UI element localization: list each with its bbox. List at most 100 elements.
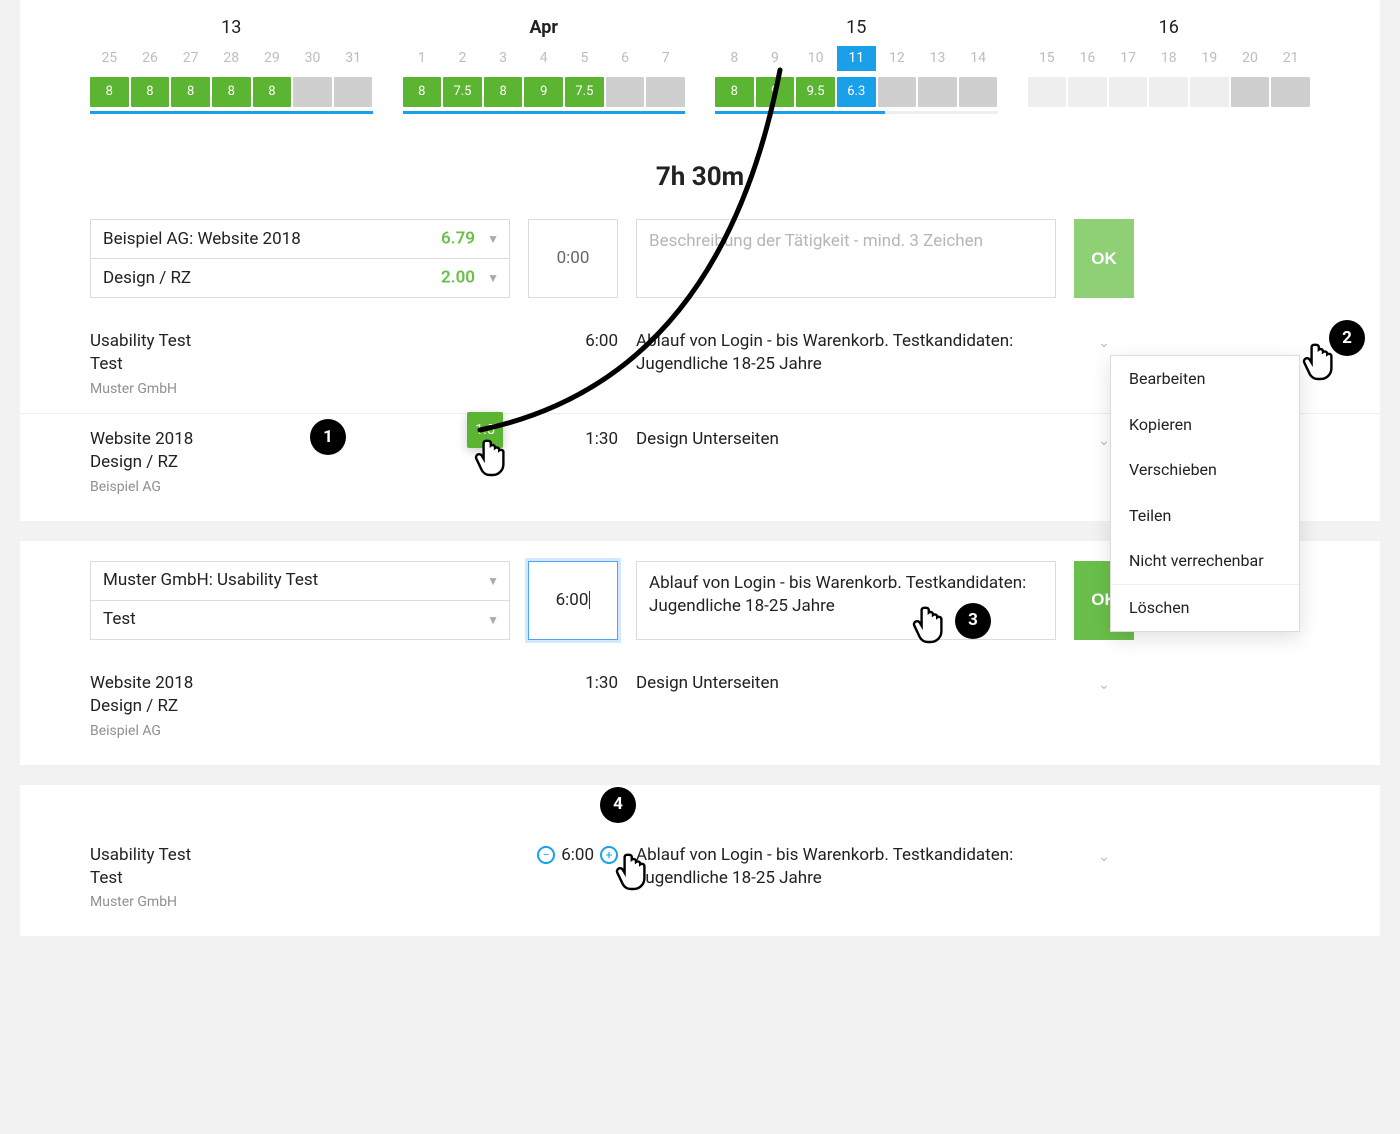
- entry-duration: 1:30: [528, 428, 618, 451]
- calendar-day[interactable]: 19: [1190, 46, 1229, 71]
- project-select[interactable]: Beispiel AG: Website 2018 6.79 ▼: [90, 219, 510, 259]
- plus-icon[interactable]: +: [600, 846, 618, 864]
- entry-menu-toggle[interactable]: ⌄: [1074, 844, 1134, 867]
- calendar-day[interactable]: 7: [646, 46, 685, 71]
- calendar-day[interactable]: 29: [253, 46, 292, 71]
- calendar-hours-cell[interactable]: [293, 77, 332, 107]
- calendar-hours-cell[interactable]: [1271, 77, 1310, 107]
- calendar-day[interactable]: 17: [1109, 46, 1148, 71]
- calendar-hours-cell[interactable]: 8: [715, 77, 754, 107]
- menu-item[interactable]: Kopieren: [1111, 402, 1299, 448]
- calendar-day[interactable]: 1: [403, 46, 442, 71]
- calendar-hours-cell[interactable]: 8: [484, 77, 523, 107]
- chevron-down-icon: ▼: [487, 270, 499, 286]
- description-input[interactable]: Ablauf von Login - bis Warenkorb. Testka…: [636, 561, 1056, 640]
- calendar-bar: 132526272829303188888Apr123456787.5897.5…: [40, 6, 1360, 132]
- menu-item-delete[interactable]: Löschen: [1111, 585, 1299, 631]
- ok-button[interactable]: OK: [1074, 219, 1134, 298]
- entry-client: Muster GmbH: [90, 889, 510, 912]
- activity-select[interactable]: Design / RZ 2.00 ▼: [90, 258, 510, 298]
- time-entry-row: Website 2018Design / RZBeispiel AG1:30De…: [20, 658, 1380, 755]
- calendar-day[interactable]: 21: [1271, 46, 1310, 71]
- calendar-hours-cell[interactable]: 8: [171, 77, 210, 107]
- entry-project: Website 2018: [90, 428, 510, 451]
- calendar-hours-cell[interactable]: [1190, 77, 1229, 107]
- calendar-hours-cell[interactable]: 9: [524, 77, 563, 107]
- calendar-hours-cell[interactable]: 7.5: [565, 77, 604, 107]
- menu-item[interactable]: Verschieben: [1111, 447, 1299, 493]
- calendar-day[interactable]: 4: [524, 46, 563, 71]
- calendar-day[interactable]: 30: [293, 46, 332, 71]
- calendar-day[interactable]: 11: [837, 46, 876, 71]
- calendar-hours-cell[interactable]: 8: [131, 77, 170, 107]
- calendar-day[interactable]: 28: [212, 46, 251, 71]
- calendar-hours-cell[interactable]: 9: [756, 77, 795, 107]
- entry-activity: Test: [90, 353, 510, 376]
- entry-project: Website 2018: [90, 672, 510, 695]
- entry-project: Usability Test: [90, 844, 510, 867]
- calendar-day[interactable]: 20: [1231, 46, 1270, 71]
- calendar-day[interactable]: 15: [1028, 46, 1067, 71]
- entry-client: Beispiel AG: [90, 474, 510, 497]
- calendar-hours-cell[interactable]: 8: [90, 77, 129, 107]
- description-input[interactable]: Beschreibung der Tätigkeit - mind. 3 Zei…: [636, 219, 1056, 298]
- activity-hours-badge: 2.00: [441, 267, 475, 290]
- calendar-day[interactable]: 14: [959, 46, 998, 71]
- activity-select[interactable]: Test ▼: [90, 600, 510, 640]
- calendar-hours-cell[interactable]: 8: [212, 77, 251, 107]
- entry-description: Design Unterseiten: [636, 428, 1056, 451]
- calendar-hours-cell[interactable]: [959, 77, 998, 107]
- chevron-down-icon: ⌄: [1098, 676, 1110, 695]
- project-select[interactable]: Muster GmbH: Usability Test ▼: [90, 561, 510, 601]
- calendar-hours-cell[interactable]: [1068, 77, 1107, 107]
- entry-menu-toggle[interactable]: ⌄: [1074, 330, 1134, 353]
- week-progress-bar: [403, 111, 686, 114]
- calendar-day[interactable]: 25: [90, 46, 129, 71]
- calendar-hours-cell[interactable]: 9.5: [796, 77, 835, 107]
- entry-activity: Test: [90, 867, 510, 890]
- menu-item[interactable]: Nicht verrechenbar: [1111, 538, 1299, 584]
- entry-activity: Design / RZ: [90, 695, 510, 718]
- project-select-label: Beispiel AG: Website 2018: [103, 228, 301, 251]
- calendar-hours-cell[interactable]: 7.5: [443, 77, 482, 107]
- panel-tracking-new: 132526272829303188888Apr123456787.5897.5…: [20, 0, 1380, 521]
- calendar-day[interactable]: 31: [334, 46, 373, 71]
- calendar-day[interactable]: 27: [171, 46, 210, 71]
- calendar-day[interactable]: 5: [565, 46, 604, 71]
- calendar-hours-cell[interactable]: 8: [253, 77, 292, 107]
- calendar-day[interactable]: 16: [1068, 46, 1107, 71]
- entry-description: Ablauf von Login - bis Warenkorb. Testka…: [636, 844, 1056, 890]
- menu-item[interactable]: Bearbeiten: [1111, 356, 1299, 402]
- calendar-day[interactable]: 3: [484, 46, 523, 71]
- calendar-hours-cell[interactable]: [1109, 77, 1148, 107]
- entry-menu-toggle[interactable]: ⌄: [1074, 672, 1134, 695]
- chevron-down-icon: ▼: [487, 612, 499, 628]
- calendar-day[interactable]: 6: [606, 46, 645, 71]
- menu-item[interactable]: Teilen: [1111, 493, 1299, 539]
- calendar-day[interactable]: 18: [1149, 46, 1188, 71]
- calendar-day[interactable]: 26: [131, 46, 170, 71]
- duration-input[interactable]: 6:00: [528, 561, 618, 640]
- calendar-hours-cell[interactable]: [1028, 77, 1067, 107]
- calendar-day[interactable]: 13: [918, 46, 957, 71]
- calendar-hours-cell[interactable]: [646, 77, 685, 107]
- calendar-day[interactable]: 2: [443, 46, 482, 71]
- duration-input[interactable]: 0:00: [528, 219, 618, 298]
- calendar-hours-cell[interactable]: [334, 77, 373, 107]
- calendar-hours-cell[interactable]: 6.3: [837, 77, 876, 107]
- calendar-day[interactable]: 8: [715, 46, 754, 71]
- calendar-hours-cell[interactable]: [1149, 77, 1188, 107]
- calendar-hours-cell[interactable]: [918, 77, 957, 107]
- calendar-hours-cell[interactable]: [606, 77, 645, 107]
- calendar-day[interactable]: 10: [796, 46, 835, 71]
- minus-icon[interactable]: −: [537, 846, 555, 864]
- week-label: 13: [90, 6, 373, 46]
- calendar-hours-cell[interactable]: 8: [403, 77, 442, 107]
- entry-activity: Design / RZ: [90, 451, 510, 474]
- chevron-down-icon: ⌄: [1098, 432, 1110, 451]
- calendar-hours-cell[interactable]: [1231, 77, 1270, 107]
- calendar-day[interactable]: 12: [878, 46, 917, 71]
- calendar-day[interactable]: 9: [756, 46, 795, 71]
- calendar-hours-cell[interactable]: [878, 77, 917, 107]
- calendar-week: Apr123456787.5897.5: [403, 6, 686, 114]
